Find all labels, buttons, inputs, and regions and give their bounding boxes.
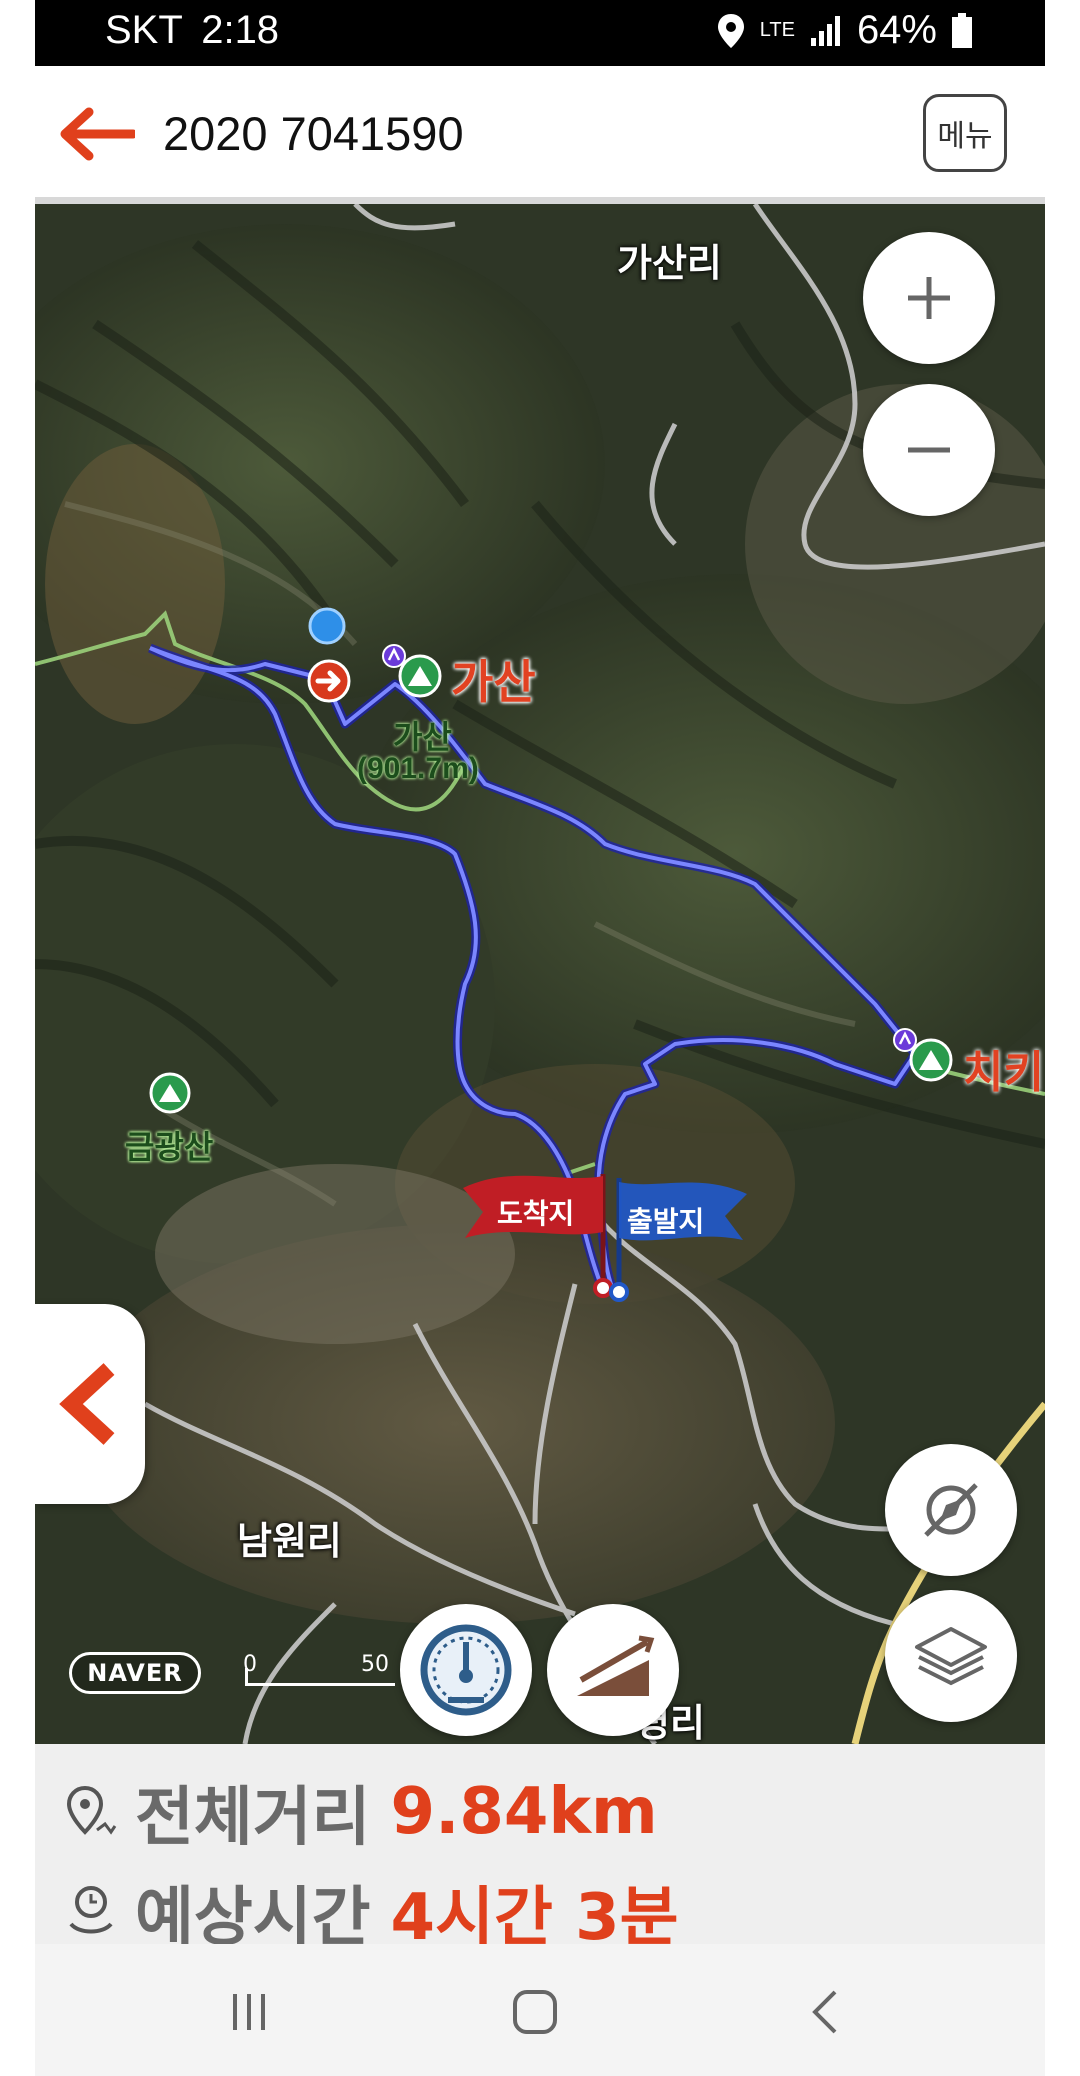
arrival-flag-icon [463,1174,613,1298]
elevation-button[interactable] [547,1604,679,1736]
compass-off-icon [924,1483,978,1537]
label-village-top: 가산리 [617,243,722,285]
map-scale: 0 50 [243,1652,395,1692]
app-frame: SKT 2:18 LTE 64% 2020 7041590 메뉴 가산 가산 (… [35,0,1045,2076]
label-peak-right: 치키 [963,1048,1044,1097]
app-bar: 2020 7041590 메뉴 [35,66,1045,202]
page-title: 2020 7041590 [163,107,464,160]
distance-row: 전체거리 9.84km [65,1766,658,1858]
distance-value: 9.84km [390,1775,658,1849]
compass-off-button[interactable] [885,1444,1017,1576]
zoom-out-button[interactable] [863,384,995,516]
header-divider [35,197,1045,204]
time-pin-icon [69,1886,113,1934]
status-icons: LTE 64% [716,8,973,53]
summit-marker-right-icon [893,1028,953,1082]
speed-button[interactable] [400,1604,532,1736]
status-carrier-time: SKT 2:18 [105,8,279,53]
plus-icon [908,277,950,319]
nav-back-icon[interactable] [805,1988,845,2036]
carrier: SKT [105,8,183,52]
distance-pin-icon [66,1785,117,1835]
summit-marker-main-icon [382,644,442,698]
chevron-left-icon [59,1363,115,1445]
network-type: LTE [759,19,795,41]
home-icon[interactable] [511,1988,559,2036]
map-view[interactable]: 가산 가산 (901.7m) 가산리 치키 금광산 도착지 출발지 남원리 평리 [35,204,1045,1744]
arrival-flag-label: 도착지 [497,1198,575,1229]
label-peak-main: 가산 [451,656,536,708]
mountain-marker-left-icon [149,1072,191,1114]
signal-icon [810,15,840,46]
scale-value-label: 50 [361,1652,389,1677]
battery-icon [952,12,972,48]
label-peak-left: 금광산 [125,1129,214,1165]
scale-zero-label: 0 [243,1652,257,1677]
current-location-dot [308,607,346,645]
back-button[interactable] [55,104,138,164]
recent-apps-icon[interactable] [227,1990,271,2034]
location-icon [717,13,744,48]
layers-icon [915,1627,987,1686]
zoom-in-button[interactable] [863,232,995,364]
route-info-panel: 전체거리 9.84km 예상시간 4시간 3분 [35,1744,1045,1955]
direction-marker-icon [307,659,351,703]
status-bar: SKT 2:18 LTE 64% [35,0,1045,66]
speedometer-icon [420,1624,512,1716]
layers-button[interactable] [885,1590,1017,1722]
clock: 2:18 [201,8,280,52]
departure-flag-icon [609,1178,747,1302]
battery-percent: 64% [856,8,937,52]
elevation-ramp-icon [577,1635,655,1696]
label-peak-main-elevation: (901.7m) [357,752,479,785]
back-arrow-icon [60,107,138,161]
distance-label: 전체거리 [135,1781,371,1855]
label-village-bottom-left: 남원리 [237,1521,342,1563]
system-nav-bar [35,1944,1045,2076]
minus-icon [908,447,950,453]
naver-logo: NAVER [69,1652,201,1694]
menu-button[interactable]: 메뉴 [923,94,1007,172]
scale-bar [245,1683,395,1686]
departure-flag-label: 출발지 [627,1206,705,1237]
side-panel-toggle[interactable] [35,1304,145,1504]
